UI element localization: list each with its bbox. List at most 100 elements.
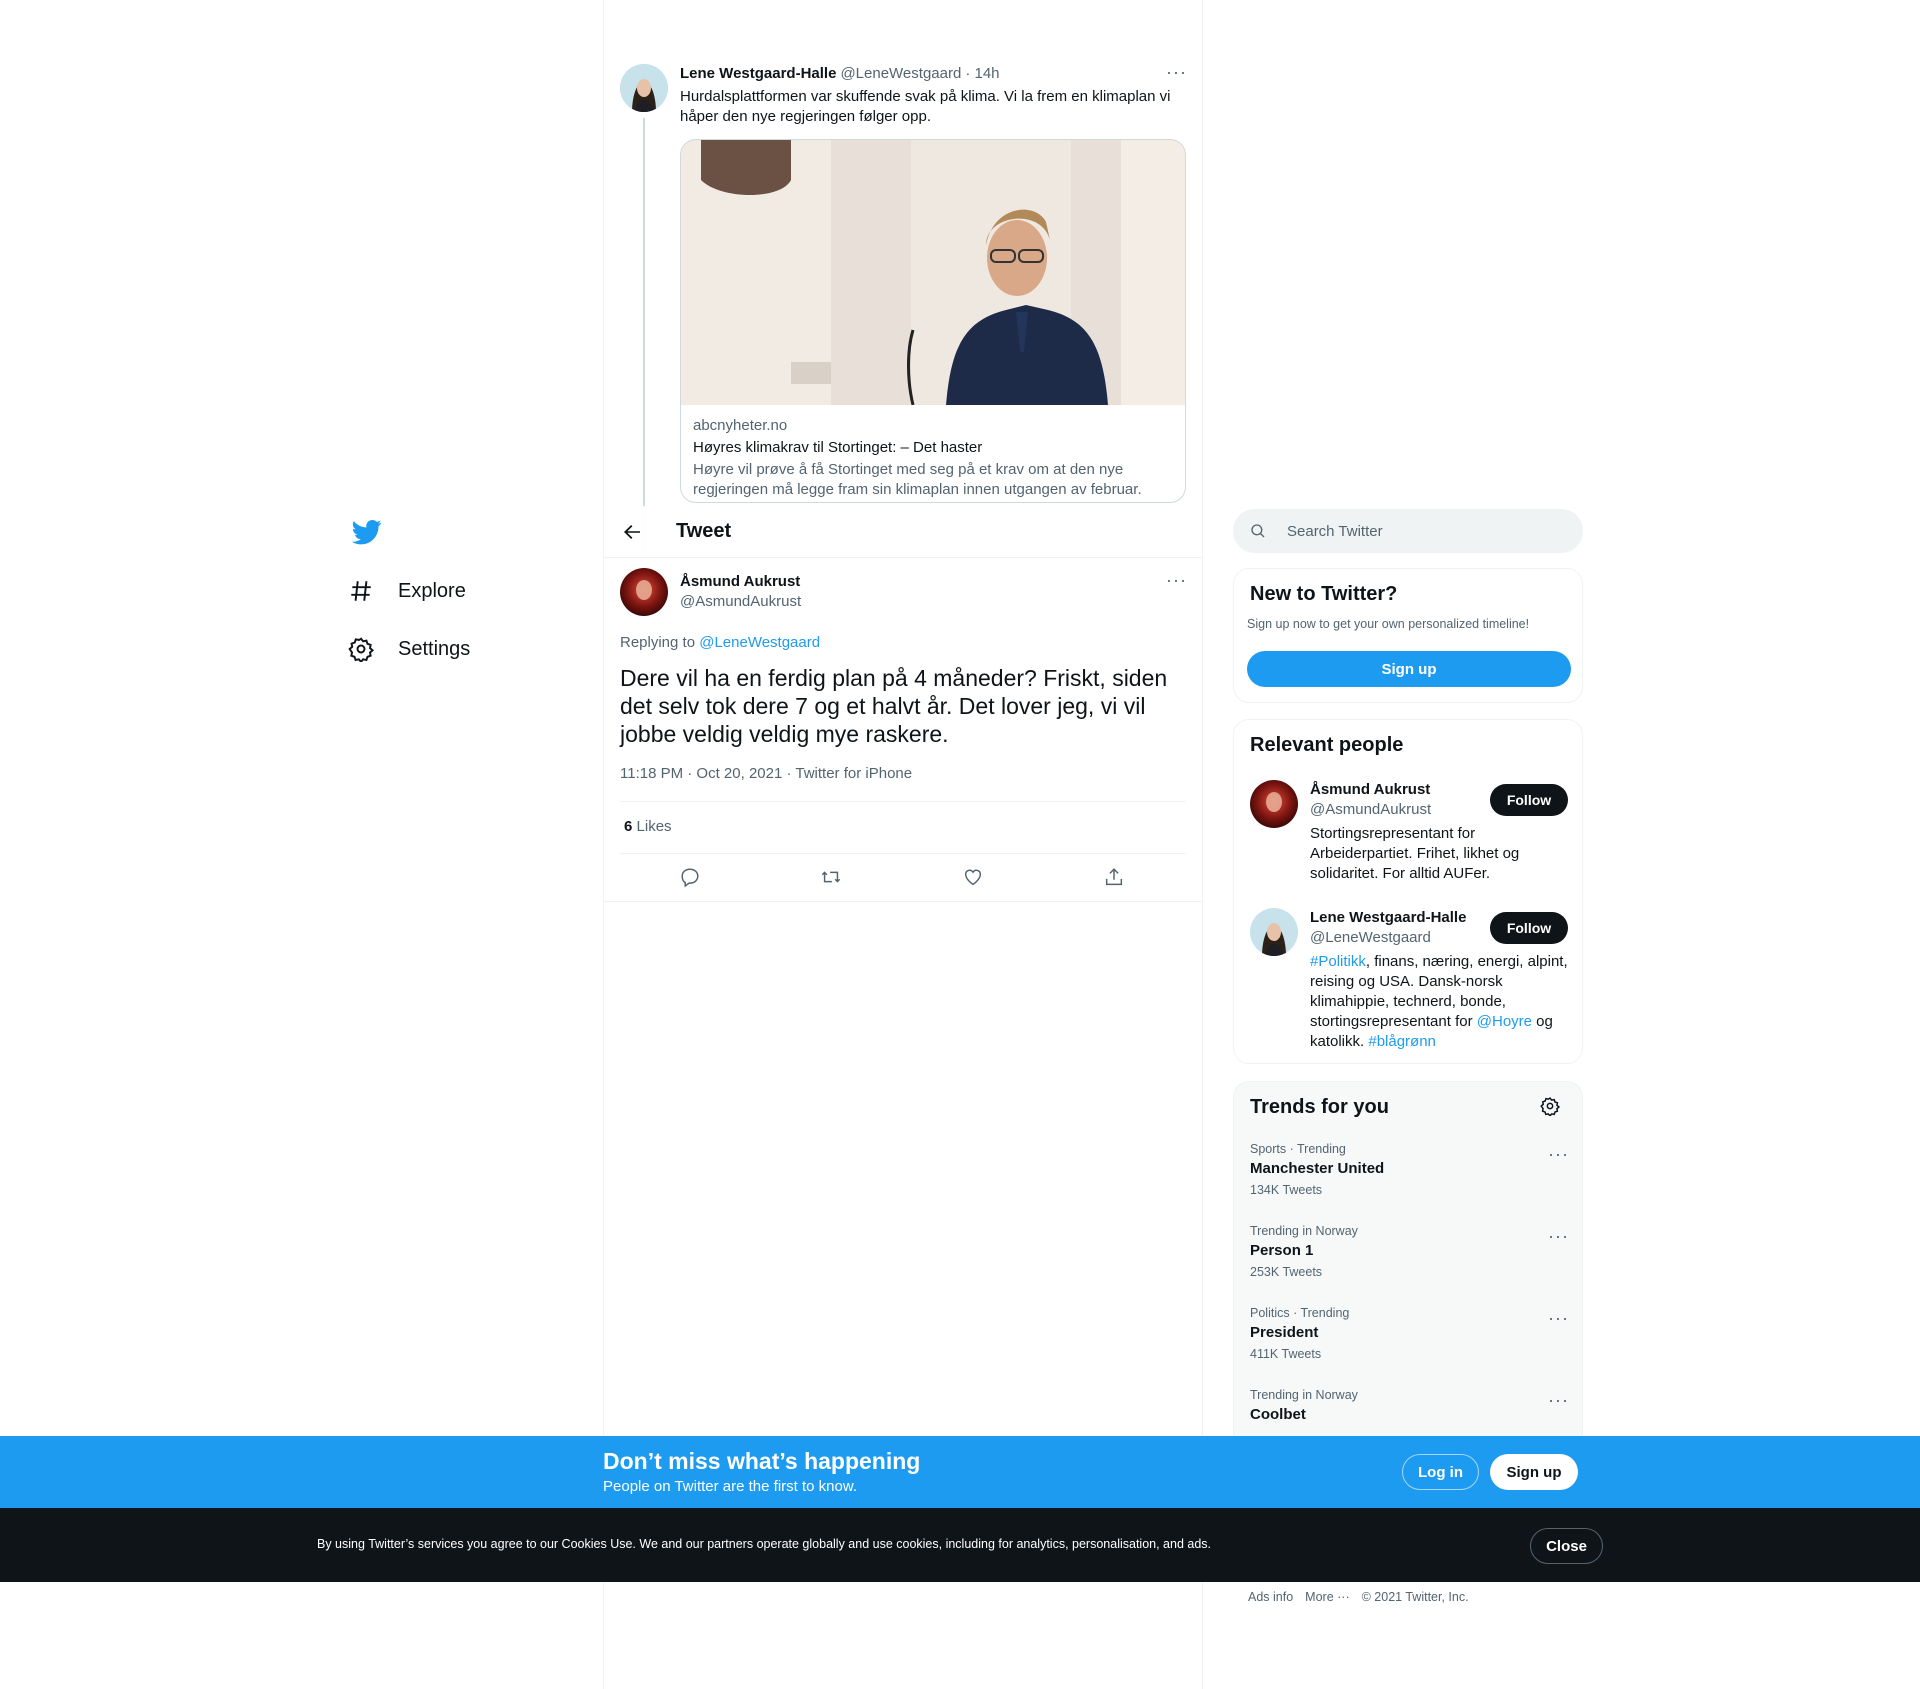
- trend-item[interactable]: Trending in Norway Coolbet: [1250, 1388, 1570, 1423]
- person-name[interactable]: Åsmund Aukrust: [1310, 780, 1431, 800]
- more-icon[interactable]: ···: [1548, 1308, 1569, 1329]
- relevant-people-panel: Relevant people Åsmund Aukrust @AsmundAu…: [1233, 719, 1583, 1064]
- cookie-banner: By using Twitter’s services you agree to…: [0, 1508, 1920, 1582]
- divider: [620, 801, 1186, 802]
- cookie-text: By using Twitter’s services you agree to…: [317, 1537, 1212, 1551]
- trend-count: 411K Tweets: [1250, 1347, 1322, 1361]
- link-card-description: Høyre vil prøve å få Stortinget med seg …: [693, 461, 1142, 498]
- more-icon[interactable]: ···: [1548, 1390, 1569, 1411]
- person-info: Lene Westgaard-Halle @LeneWestgaard: [1310, 908, 1466, 948]
- likes-stat[interactable]: 6 Likes: [624, 818, 672, 835]
- person-handle[interactable]: @AsmundAukrust: [1310, 800, 1431, 820]
- search-input[interactable]: Search Twitter: [1233, 509, 1583, 553]
- footer-links: Ads info More ··· © 2021 Twitter, Inc.: [1248, 1590, 1469, 1604]
- banner-subtitle: People on Twitter are the first to know.: [603, 1478, 858, 1495]
- trend-count: 253K Tweets: [1250, 1265, 1323, 1279]
- more-icon[interactable]: ···: [1548, 1144, 1569, 1165]
- person-bio: #Politikk, finans, næring, energi, alpin…: [1310, 952, 1570, 1052]
- trend-name: Coolbet: [1250, 1406, 1306, 1423]
- nav-settings[interactable]: Settings: [348, 624, 470, 674]
- new-to-twitter-panel: New to Twitter? Sign up now to get your …: [1233, 568, 1583, 703]
- trend-meta: Sports · Trending: [1250, 1142, 1346, 1156]
- footer-ads-info[interactable]: Ads info: [1248, 1590, 1293, 1604]
- login-button[interactable]: Log in: [1402, 1454, 1479, 1490]
- reply-icon[interactable]: [679, 866, 703, 890]
- replying-to-label: Replying to: [620, 634, 696, 651]
- person-name[interactable]: Lene Westgaard-Halle: [1310, 908, 1466, 928]
- trend-meta: Politics · Trending: [1250, 1306, 1350, 1320]
- nav-explore-label: Explore: [398, 579, 466, 602]
- gear-icon[interactable]: [1540, 1096, 1562, 1118]
- avatar[interactable]: [620, 568, 668, 616]
- search-icon: [1251, 524, 1265, 538]
- link-card-domain: abcnyheter.no: [693, 417, 788, 434]
- footer-copyright: © 2021 Twitter, Inc.: [1361, 1590, 1469, 1604]
- trend-meta: Trending in Norway: [1250, 1224, 1358, 1238]
- trend-count: 134K Tweets: [1250, 1183, 1323, 1197]
- parent-tweet-header: Lene Westgaard-Halle @LeneWestgaard · 14…: [680, 65, 1000, 82]
- page-title: Tweet: [676, 520, 732, 542]
- nav-settings-label: Settings: [398, 637, 471, 660]
- trends-title: Trends for you: [1250, 1096, 1389, 1118]
- avatar[interactable]: [1250, 908, 1298, 956]
- link-card-title: Høyres klimakrav til Stortinget: – Det h…: [693, 439, 983, 456]
- thread-line: [643, 118, 645, 558]
- relevant-people-title: Relevant people: [1250, 734, 1404, 756]
- replying-to-link[interactable]: @LeneWestgaard: [699, 634, 820, 651]
- share-icon[interactable]: [1103, 866, 1127, 890]
- banner-title: Don’t miss what’s happening: [603, 1448, 921, 1474]
- avatar[interactable]: [1250, 780, 1298, 828]
- link-card[interactable]: abcnyheter.no Høyres klimakrav til Stort…: [680, 139, 1186, 503]
- signup-button[interactable]: Sign up: [1490, 1454, 1578, 1490]
- trend-item[interactable]: Sports · Trending Manchester United 134K…: [1250, 1142, 1570, 1197]
- likes-count: 6: [624, 818, 633, 835]
- more-icon[interactable]: ···: [1548, 1226, 1569, 1247]
- sidebar-signup-button[interactable]: Sign up: [1247, 651, 1571, 687]
- hashtag-link[interactable]: #Politikk: [1310, 953, 1366, 970]
- divider: [604, 901, 1202, 902]
- tweet-author-handle[interactable]: @AsmundAukrust: [680, 592, 801, 612]
- avatar[interactable]: [620, 64, 668, 112]
- tweet-text: Dere vil ha en ferdig plan på 4 måneder?…: [620, 665, 1168, 747]
- footer-more[interactable]: More ···: [1305, 1590, 1349, 1604]
- follow-button[interactable]: Follow: [1490, 784, 1568, 816]
- follow-button[interactable]: Follow: [1490, 912, 1568, 944]
- replying-to: Replying to @LeneWestgaard: [620, 634, 820, 651]
- trends-panel: Trends for you Sports · Trending Manches…: [1233, 1081, 1583, 1481]
- parent-tweet-text: Hurdalsplattformen var skuffende svak på…: [680, 88, 1171, 125]
- search-placeholder: Search Twitter: [1287, 522, 1383, 540]
- signup-banner: Don’t miss what’s happening People on Tw…: [0, 1436, 1920, 1508]
- retweet-icon[interactable]: [820, 866, 844, 890]
- person-handle[interactable]: @LeneWestgaard: [1310, 928, 1466, 948]
- new-to-twitter-subtitle: Sign up now to get your own personalized…: [1247, 617, 1530, 631]
- parent-author-handle[interactable]: @LeneWestgaard: [840, 65, 961, 82]
- hashtag-link[interactable]: #blågrønn: [1368, 1033, 1436, 1050]
- link-card-image: [681, 140, 1185, 406]
- trend-name: Person 1: [1250, 1242, 1314, 1259]
- person-bio: Stortingsrepresentant for Arbeiderpartie…: [1310, 825, 1520, 882]
- mention-link[interactable]: @Hoyre: [1477, 1013, 1532, 1030]
- divider: [620, 853, 1186, 854]
- like-icon[interactable]: [962, 866, 986, 890]
- tweet-author: Åsmund Aukrust @AsmundAukrust: [680, 572, 801, 612]
- likes-label: Likes: [636, 818, 672, 835]
- tweet-meta[interactable]: 11:18 PM · Oct 20, 2021 · Twitter for iP…: [620, 765, 912, 782]
- new-to-twitter-title: New to Twitter?: [1250, 583, 1398, 605]
- cookie-close-button[interactable]: Close: [1530, 1528, 1603, 1564]
- more-icon[interactable]: ···: [1166, 570, 1187, 591]
- trend-item[interactable]: Politics · Trending President 411K Tweet…: [1250, 1306, 1570, 1361]
- more-icon[interactable]: ···: [1166, 62, 1187, 83]
- person-info: Åsmund Aukrust @AsmundAukrust: [1310, 780, 1431, 820]
- tweet-author-name[interactable]: Åsmund Aukrust: [680, 572, 801, 592]
- parent-tweet-time[interactable]: · 14h: [965, 65, 999, 82]
- hashtag-icon: [351, 581, 371, 601]
- trend-name: President: [1250, 1324, 1319, 1341]
- trend-name: Manchester United: [1250, 1160, 1385, 1177]
- nav-explore[interactable]: Explore: [348, 566, 466, 616]
- back-arrow-icon[interactable]: [620, 520, 644, 544]
- gear-icon: [348, 637, 374, 662]
- twitter-bird-icon[interactable]: [351, 517, 382, 547]
- tweet-header-bar: Tweet: [604, 506, 1202, 558]
- parent-author-name[interactable]: Lene Westgaard-Halle: [680, 65, 836, 82]
- trend-item[interactable]: Trending in Norway Person 1 253K Tweets: [1250, 1224, 1570, 1279]
